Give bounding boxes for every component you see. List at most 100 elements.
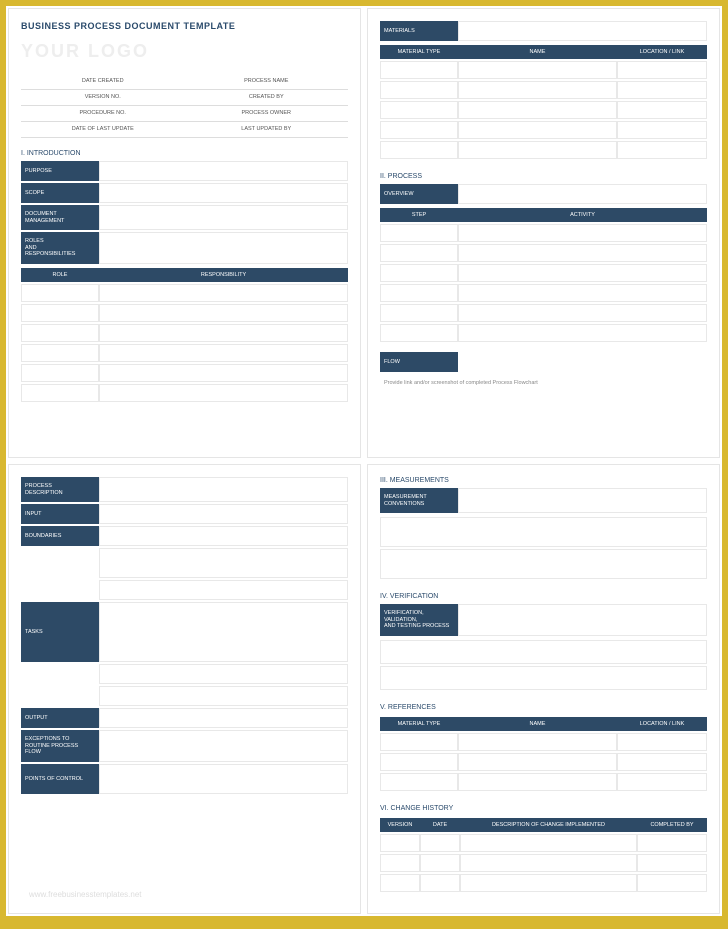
cell[interactable] bbox=[21, 344, 99, 362]
section-heading: III. MEASUREMENTS bbox=[380, 477, 707, 484]
mat-name-header: NAME bbox=[458, 45, 617, 59]
section-heading: V. REFERENCES bbox=[380, 704, 707, 711]
cell[interactable] bbox=[617, 733, 707, 751]
cell[interactable] bbox=[380, 81, 458, 99]
cell[interactable] bbox=[21, 384, 99, 402]
output-cell[interactable] bbox=[99, 708, 348, 728]
purpose-cell[interactable] bbox=[99, 161, 348, 181]
verif-cell[interactable] bbox=[458, 604, 707, 636]
cell[interactable] bbox=[380, 733, 458, 751]
tasks-row: TASKS bbox=[21, 602, 348, 662]
cell[interactable] bbox=[21, 284, 99, 302]
cell[interactable] bbox=[21, 364, 99, 382]
cell[interactable] bbox=[617, 753, 707, 771]
cell[interactable] bbox=[458, 324, 707, 342]
logo-placeholder: YOUR LOGO bbox=[21, 41, 348, 62]
page-2: MATERIALS MATERIAL TYPENAMELOCATION / LI… bbox=[367, 8, 720, 458]
materials-cell[interactable] bbox=[458, 21, 707, 41]
cell[interactable] bbox=[460, 854, 637, 872]
cell[interactable] bbox=[458, 284, 707, 302]
cell[interactable] bbox=[380, 874, 420, 892]
ref-loc-header: LOCATION / LINK bbox=[617, 717, 707, 731]
dm-cell[interactable] bbox=[99, 205, 348, 230]
cell[interactable] bbox=[99, 364, 348, 382]
cell[interactable] bbox=[380, 773, 458, 791]
cell[interactable] bbox=[380, 324, 458, 342]
cell[interactable] bbox=[380, 753, 458, 771]
cell[interactable] bbox=[458, 141, 617, 159]
cell[interactable] bbox=[380, 101, 458, 119]
overview-cell[interactable] bbox=[458, 184, 707, 204]
cell[interactable] bbox=[380, 854, 420, 872]
cell[interactable] bbox=[380, 244, 458, 262]
cell[interactable] bbox=[617, 141, 707, 159]
cell[interactable] bbox=[458, 244, 707, 262]
cell[interactable] bbox=[99, 324, 348, 342]
cell[interactable] bbox=[21, 304, 99, 322]
cell[interactable] bbox=[458, 733, 617, 751]
scope-cell[interactable] bbox=[99, 183, 348, 203]
pd-cell[interactable] bbox=[99, 477, 348, 502]
mat-type-header: MATERIAL TYPE bbox=[380, 45, 458, 59]
cell[interactable] bbox=[380, 264, 458, 282]
verif-row: VERIFICATION, VALIDATION, AND TESTING PR… bbox=[380, 604, 707, 636]
cell[interactable] bbox=[380, 834, 420, 852]
cell[interactable] bbox=[617, 61, 707, 79]
cell[interactable] bbox=[420, 854, 460, 872]
cell[interactable] bbox=[637, 854, 707, 872]
cell[interactable] bbox=[380, 666, 707, 690]
cell[interactable] bbox=[380, 61, 458, 79]
cell[interactable] bbox=[380, 141, 458, 159]
cell[interactable] bbox=[380, 640, 707, 664]
cell[interactable] bbox=[460, 834, 637, 852]
bound-row2 bbox=[21, 548, 348, 578]
input-cell[interactable] bbox=[99, 504, 348, 524]
overview-label: OVERVIEW bbox=[380, 184, 458, 204]
bound-cell[interactable] bbox=[99, 526, 348, 546]
meta-label: CREATED BY bbox=[185, 90, 349, 106]
table-row bbox=[380, 324, 707, 342]
bound-cell3[interactable] bbox=[99, 580, 348, 600]
cell[interactable] bbox=[99, 384, 348, 402]
bound-cell2[interactable] bbox=[99, 548, 348, 578]
cell[interactable] bbox=[617, 121, 707, 139]
mc-cell[interactable] bbox=[458, 488, 707, 513]
cell[interactable] bbox=[420, 834, 460, 852]
cell[interactable] bbox=[380, 517, 707, 547]
poc-cell[interactable] bbox=[99, 764, 348, 794]
cell[interactable] bbox=[380, 304, 458, 322]
cell[interactable] bbox=[99, 344, 348, 362]
cell[interactable] bbox=[458, 264, 707, 282]
cell[interactable] bbox=[637, 874, 707, 892]
cell[interactable] bbox=[420, 874, 460, 892]
cell[interactable] bbox=[617, 101, 707, 119]
bound-row: BOUNDARIES bbox=[21, 526, 348, 546]
cell[interactable] bbox=[99, 284, 348, 302]
cell[interactable] bbox=[458, 773, 617, 791]
cell[interactable] bbox=[458, 753, 617, 771]
cell[interactable] bbox=[458, 61, 617, 79]
cell[interactable] bbox=[637, 834, 707, 852]
cell[interactable] bbox=[460, 874, 637, 892]
tasks-cell3[interactable] bbox=[99, 686, 348, 706]
cell[interactable] bbox=[458, 304, 707, 322]
cell[interactable] bbox=[21, 324, 99, 342]
cell[interactable] bbox=[380, 549, 707, 579]
cell[interactable] bbox=[458, 81, 617, 99]
tasks-cell[interactable] bbox=[99, 602, 348, 662]
page-4: III. MEASUREMENTS MEASUREMENT CONVENTION… bbox=[367, 464, 720, 914]
cell[interactable] bbox=[458, 224, 707, 242]
cell[interactable] bbox=[617, 773, 707, 791]
cell[interactable] bbox=[380, 284, 458, 302]
cell[interactable] bbox=[458, 121, 617, 139]
rr-cell[interactable] bbox=[99, 232, 348, 264]
cell[interactable] bbox=[458, 101, 617, 119]
cell[interactable] bbox=[380, 224, 458, 242]
tasks-cell2[interactable] bbox=[99, 664, 348, 684]
cell[interactable] bbox=[380, 121, 458, 139]
cell[interactable] bbox=[617, 81, 707, 99]
spacer bbox=[21, 686, 99, 706]
exc-cell[interactable] bbox=[99, 730, 348, 762]
tasks-row2 bbox=[21, 664, 348, 684]
cell[interactable] bbox=[99, 304, 348, 322]
